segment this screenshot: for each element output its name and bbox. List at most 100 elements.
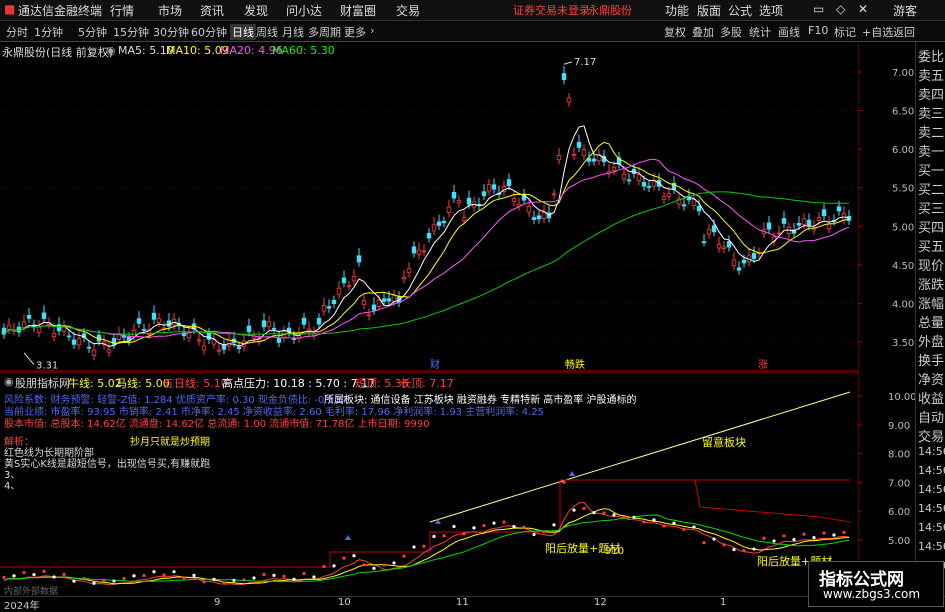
side-item[interactable]: 卖四 [918,84,944,103]
side-item[interactable]: 卖一 [918,141,944,160]
minimize-icon[interactable]: ▭ [813,2,824,16]
candle-body [666,193,672,197]
chart-title: 永鼎股份(日线 前复权) [2,46,114,59]
btn-overlay[interactable]: 叠加 [692,24,714,40]
menu-item-news[interactable]: 资讯 [200,2,224,19]
period-more[interactable]: 更多 [344,24,366,40]
signal-dot [182,576,186,580]
signal-dot [702,541,706,545]
side-item[interactable]: 涨幅 [918,293,944,312]
note-line: 4、 [4,481,21,492]
menu-item-discover[interactable]: 发现 [244,2,268,19]
menu-item-ask[interactable]: 问小达 [286,2,322,19]
period-weekly[interactable]: 周线 [256,24,278,40]
signal-dot [162,573,166,577]
side-item[interactable]: 买二 [918,179,944,198]
side-item[interactable]: 14:56 [918,502,945,515]
side-item[interactable]: 14:56 [918,464,945,477]
period-5min[interactable]: 5分钟 [78,24,107,40]
btn-add-watchlist[interactable]: +自选 [862,24,893,40]
menu-item-trade[interactable]: 交易 [396,2,420,19]
indicator-settings-icon[interactable]: ◉ [4,375,14,388]
maximize-icon[interactable]: ◇ [836,2,845,16]
period-intraday[interactable]: 分时 [6,24,28,40]
menu-item-function[interactable]: 功能 [665,2,689,19]
side-item[interactable]: 买一 [918,160,944,179]
side-item[interactable]: 买四 [918,217,944,236]
side-item[interactable]: 收益 [918,388,944,407]
btn-multi-stock[interactable]: 多股 [720,24,742,40]
side-item[interactable]: 卖三 [918,103,944,122]
btn-back[interactable]: 返回 [893,24,915,40]
side-item[interactable]: 自动 [918,407,944,426]
side-item[interactable]: 买三 [918,198,944,217]
close-icon[interactable]: ✕ [858,2,868,16]
candle-body [216,349,222,352]
candle-body [321,305,327,312]
menu-item-formula[interactable]: 公式 [728,2,752,19]
side-item[interactable]: 委比 [918,46,944,65]
ind-value: 马线: 5.00 [116,377,170,390]
btn-f10[interactable]: F10 [808,24,828,37]
side-item[interactable]: 总量 [918,312,944,331]
side-item[interactable]: 交易 [918,426,944,445]
side-item[interactable]: 换手 [918,350,944,369]
user-guest[interactable]: 游客 [893,2,917,19]
menu-item-wealth[interactable]: 财富圈 [340,2,376,19]
candle-body [716,244,722,249]
btn-adjust[interactable]: 复权 [664,24,686,40]
side-item[interactable]: 现价 [918,255,944,274]
signal-dot [482,523,486,528]
period-60min[interactable]: 60分钟 [191,24,227,40]
side-item[interactable]: 14:56 [918,445,945,458]
side-item[interactable]: 14:56 [918,483,945,496]
side-item[interactable]: 净资 [918,369,944,388]
signal-dot [152,570,156,574]
btn-stats[interactable]: 统计 [749,24,771,40]
price-tick-label: 6.50 [892,107,914,118]
signal-dot [692,525,696,529]
menu-item-quotes[interactable]: 行情 [110,2,134,19]
candle-body [26,314,32,319]
signal-dot [572,508,576,512]
period-monthly[interactable]: 月线 [282,24,304,40]
ma60-label: MA60: 5.30 [272,44,335,57]
high-price-label: 7.17 [574,57,596,68]
candle-body [226,339,232,347]
candle-body [466,197,472,205]
login-notice[interactable]: 证券交易未登录 [513,2,590,18]
side-item[interactable]: 涨跌 [918,274,944,293]
menu-item-options[interactable]: 选项 [759,2,783,19]
side-item[interactable]: 卖二 [918,122,944,141]
candle-body [531,217,537,220]
candle-body [301,317,307,325]
date-label: 9 [214,597,221,608]
note-line: 抄月只就是炒预期 [130,437,210,448]
side-item[interactable]: 买五 [918,236,944,255]
kline-chart[interactable]: 7.17 3.31 财 畅跌 涨 [0,42,858,372]
app-name: 通达信金融终端 [18,4,103,18]
btn-draw[interactable]: 画线 [778,24,800,40]
candle-body [436,221,442,226]
period-30min[interactable]: 30分钟 [153,24,189,40]
candle-body [356,255,362,263]
peak-marker [345,535,351,540]
chevron-down-icon[interactable]: › [370,24,374,37]
menu-item-layout[interactable]: 版面 [697,2,721,19]
period-1min[interactable]: 1分钟 [34,24,63,40]
period-daily[interactable]: 日线 [230,24,256,40]
period-multi[interactable]: 多周期 [308,24,341,40]
btn-mark[interactable]: 标记 [834,24,856,40]
signal-dot [792,537,796,542]
side-item[interactable]: 外盘 [918,331,944,350]
period-15min[interactable]: 15分钟 [113,24,149,40]
side-item[interactable]: 14:56 [918,540,945,553]
side-item[interactable]: 卖五 [918,65,944,84]
side-item[interactable]: 14:56 [918,521,945,534]
candle-body [461,217,467,221]
app-logo-icon: ■ [4,2,16,16]
menu-item-market[interactable]: 市场 [158,2,182,19]
settings-icon[interactable]: ◉ [106,44,116,57]
signal-dot [252,576,256,580]
signal-dot [802,532,806,536]
